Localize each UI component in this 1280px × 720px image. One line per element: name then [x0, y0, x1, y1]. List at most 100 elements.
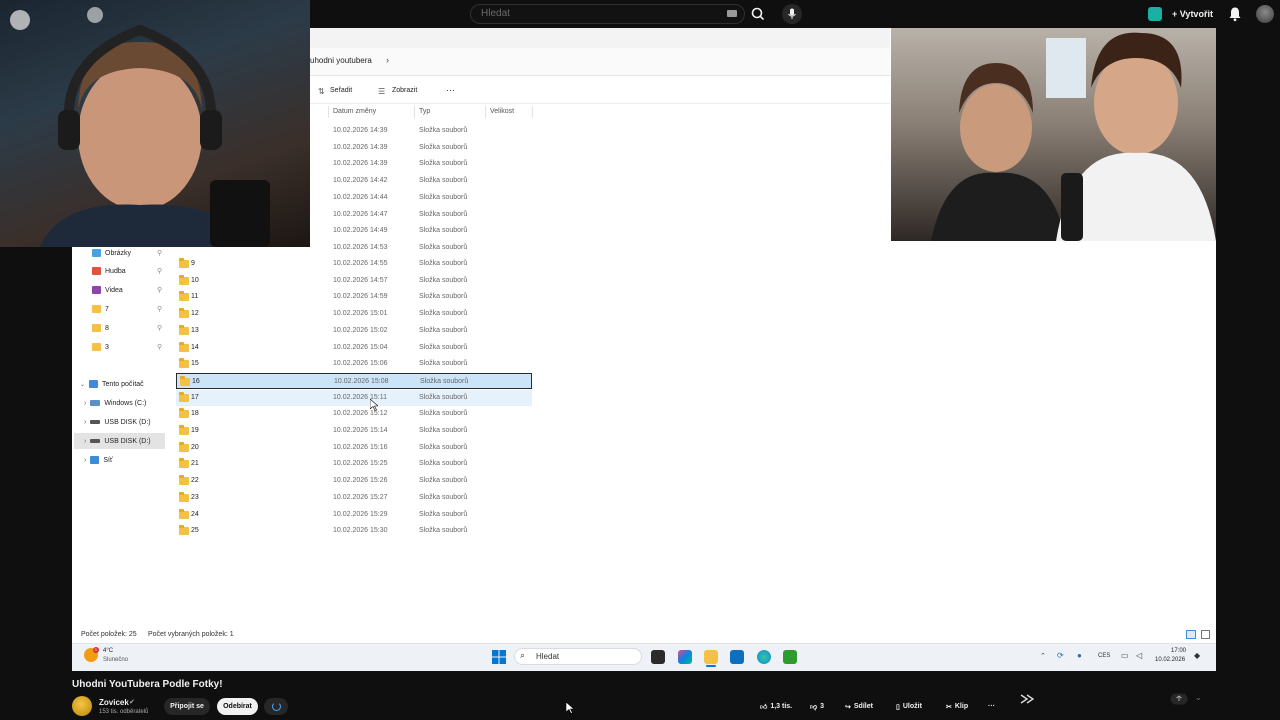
language-indicator[interactable]: CES	[1098, 653, 1110, 659]
mic-tray-icon[interactable]: ●	[1077, 651, 1082, 660]
studio-icon[interactable]	[1148, 7, 1162, 21]
address-bar[interactable]	[310, 48, 890, 76]
column-separator[interactable]	[485, 106, 486, 118]
pin-icon[interactable]: ⚲	[157, 267, 162, 275]
sidebar-item-pinned[interactable]: Hudba	[92, 264, 126, 278]
file-explorer-icon[interactable]	[704, 650, 718, 664]
upload-icon[interactable]	[1170, 692, 1188, 705]
nav-this-pc[interactable]: ⌄ Tento počítač	[80, 377, 144, 391]
clock-time[interactable]: 17:00	[1171, 648, 1186, 654]
table-row[interactable]: 10.02.2026 14:39 Složka souborů	[333, 140, 513, 156]
table-row[interactable]: 11 10.02.2026 14:59 Složka souborů	[176, 289, 532, 305]
view-icon[interactable]: ☰	[378, 87, 385, 96]
column-separator[interactable]	[328, 106, 329, 118]
pin-icon[interactable]: ⚲	[157, 343, 162, 351]
clip-button[interactable]: ✂ Klip	[946, 699, 968, 714]
table-row[interactable]: 15 10.02.2026 15:06 Složka souborů	[176, 356, 532, 372]
table-row[interactable]: 25 10.02.2026 15:30 Složka souborů	[176, 523, 532, 539]
chevron-down-icon[interactable]: ⌄	[80, 381, 85, 388]
sidebar-item-pinned[interactable]: Obrázky	[92, 246, 131, 260]
table-row-selected[interactable]: 16 10.02.2026 15:08 Složka souborů	[176, 372, 532, 389]
column-separator[interactable]	[532, 106, 533, 118]
chevron-right-icon[interactable]: ›	[84, 419, 86, 426]
table-row[interactable]: 23 10.02.2026 15:27 Složka souborů	[176, 490, 532, 506]
table-row[interactable]: 12 10.02.2026 15:01 Složka souborů	[176, 306, 532, 322]
channel-avatar[interactable]	[72, 696, 92, 716]
sidebar-item-pinned[interactable]: 3	[92, 340, 109, 354]
table-row[interactable]: 10.02.2026 14:44 Složka souborů	[333, 190, 513, 206]
sidebar-item-pinned[interactable]: 8	[92, 321, 109, 335]
youtube-search-input[interactable]: Hledat	[470, 4, 745, 24]
table-row[interactable]: 14 10.02.2026 15:04 Složka souborů	[176, 340, 532, 356]
keyboard-icon[interactable]	[727, 10, 737, 17]
column-header-type[interactable]: Typ	[419, 108, 430, 115]
terminal-icon[interactable]	[783, 650, 797, 664]
channel-logo-icon[interactable]	[1020, 692, 1035, 704]
chevron-right-icon[interactable]: ›	[84, 457, 86, 464]
clock-date[interactable]: 10.02.2026	[1155, 657, 1185, 663]
sort-button[interactable]: Seřadit	[330, 87, 352, 94]
column-separator[interactable]	[414, 106, 415, 118]
nav-network[interactable]: › Síť	[84, 453, 113, 467]
table-row[interactable]: 10.02.2026 14:42 Složka souborů	[333, 173, 513, 189]
copilot-icon[interactable]	[678, 650, 692, 664]
pin-icon[interactable]: ⚲	[157, 249, 162, 257]
taskbar-search-input[interactable]	[514, 648, 642, 665]
column-header-date[interactable]: Datum změny	[333, 108, 376, 115]
nav-drive-d-selected[interactable]: › USB DISK (D:)	[84, 434, 151, 448]
table-row[interactable]: 24 10.02.2026 15:29 Složka souborů	[176, 507, 532, 523]
table-row[interactable]: 17 10.02.2026 15:11 Složka souborů	[176, 389, 532, 406]
nav-drive-c[interactable]: › Windows (C:)	[84, 396, 146, 410]
table-row[interactable]: 9 10.02.2026 14:55 Složka souborů	[176, 256, 532, 272]
table-row[interactable]: 10.02.2026 14:39 Složka souborů	[333, 123, 513, 139]
table-row[interactable]: 10.02.2026 14:39 Složka souborů	[333, 156, 513, 172]
column-header-size[interactable]: Velikost	[490, 108, 514, 115]
outlook-icon[interactable]	[730, 650, 744, 664]
task-view-icon[interactable]	[651, 650, 665, 664]
more-actions-button[interactable]: ···	[988, 699, 995, 714]
table-row[interactable]: 19 10.02.2026 15:14 Složka souborů	[176, 423, 532, 439]
dislike-button[interactable]: 👎︎ 3	[810, 699, 824, 714]
chevron-right-icon[interactable]: ›	[84, 400, 86, 407]
details-view-icon[interactable]	[1186, 630, 1196, 639]
network-tray-icon[interactable]: ▭	[1121, 651, 1129, 660]
table-row[interactable]: 10.02.2026 14:49 Složka souborů	[333, 223, 513, 239]
sidebar-item-pinned[interactable]: Videa	[92, 283, 123, 297]
table-row[interactable]: 22 10.02.2026 15:26 Složka souborů	[176, 473, 532, 489]
table-row[interactable]: 20 10.02.2026 15:16 Složka souborů	[176, 440, 532, 456]
pin-icon[interactable]: ⚲	[157, 324, 162, 332]
chevron-up-icon[interactable]: ⌃	[1040, 652, 1046, 660]
pin-icon[interactable]: ⚲	[157, 305, 162, 313]
avatar[interactable]	[1256, 5, 1274, 23]
bell-icon[interactable]	[1228, 6, 1242, 22]
sync-icon[interactable]: ⟳	[1057, 651, 1064, 660]
view-button[interactable]: Zobrazit	[392, 87, 417, 94]
table-row[interactable]: 10.02.2026 14:47 Složka souborů	[333, 207, 513, 223]
channel-name[interactable]: Zovicek	[99, 698, 129, 707]
volume-icon[interactable]: ◁	[1136, 651, 1142, 660]
windows-start-icon[interactable]	[492, 650, 506, 664]
more-options-button[interactable]: ···	[446, 85, 455, 95]
like-button[interactable]: 👍︎ 1,3 tis.	[760, 699, 792, 714]
create-button[interactable]: + Vytvořit	[1172, 5, 1218, 23]
breadcrumb[interactable]: uhodni youtubera	[310, 56, 372, 65]
edge-icon[interactable]	[757, 650, 771, 664]
chevron-right-icon[interactable]: ›	[386, 55, 389, 65]
pin-icon[interactable]: ⚲	[157, 286, 162, 294]
join-button[interactable]: Připojit se	[164, 698, 210, 715]
search-icon[interactable]	[748, 4, 768, 24]
notifications-icon[interactable]: ◆	[1194, 651, 1200, 660]
subscribe-button[interactable]: Odebírat	[217, 698, 258, 715]
nav-drive-d[interactable]: › USB DISK (D:)	[84, 415, 151, 429]
sort-icon[interactable]: ⇅	[318, 87, 325, 96]
table-row[interactable]: 10 10.02.2026 14:57 Složka souborů	[176, 273, 532, 289]
table-row[interactable]: 18 10.02.2026 15:12 Složka souborů	[176, 406, 532, 422]
mic-icon[interactable]	[782, 4, 802, 24]
table-row[interactable]: 21 10.02.2026 15:25 Složka souborů	[176, 456, 532, 472]
chevron-down-icon[interactable]: ⌄	[1195, 693, 1202, 702]
chevron-right-icon[interactable]: ›	[84, 438, 86, 445]
tiles-view-icon[interactable]	[1201, 630, 1210, 639]
save-button[interactable]: ▯ Uložit	[896, 699, 922, 714]
table-row[interactable]: 13 10.02.2026 15:02 Složka souborů	[176, 323, 532, 339]
share-button[interactable]: ↪ Sdílet	[845, 699, 873, 714]
